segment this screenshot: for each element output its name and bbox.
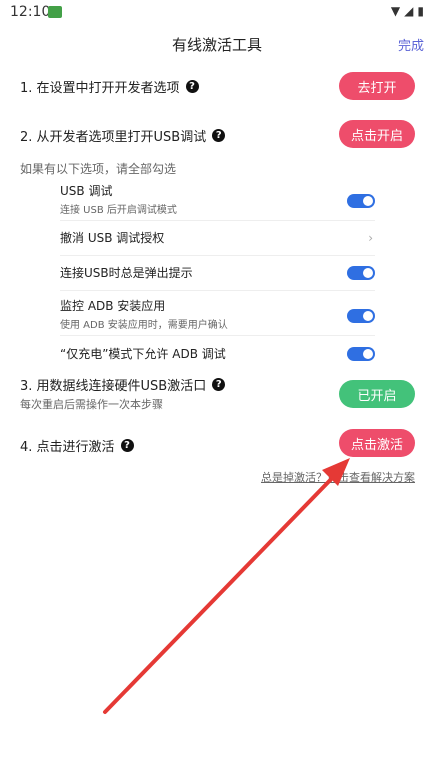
annotation-arrow bbox=[103, 458, 350, 714]
